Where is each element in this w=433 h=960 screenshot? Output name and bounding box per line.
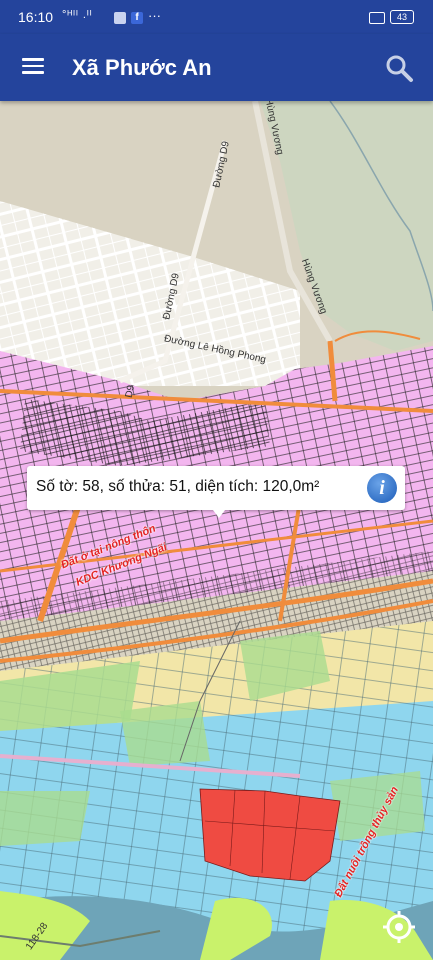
search-icon[interactable] xyxy=(384,53,414,83)
status-bar: 16:10 °ᴴᴵᴵ .ᴵᴵ f ··· 43 xyxy=(0,0,433,34)
my-location-icon[interactable] xyxy=(382,910,416,944)
facebook-icon: f xyxy=(131,12,143,24)
notification-icon xyxy=(114,12,126,24)
hamburger-menu-icon[interactable] xyxy=(22,58,44,74)
more-notifications-icon: ··· xyxy=(148,8,161,23)
info-icon[interactable]: i xyxy=(367,473,397,503)
page-title: Xã Phước An xyxy=(72,55,212,80)
battery-icon: 43 xyxy=(390,10,414,24)
app-bar: Xã Phước An xyxy=(0,34,433,101)
status-time: 16:10 xyxy=(18,9,54,25)
popup-pointer xyxy=(213,510,225,518)
hotspot-icon xyxy=(369,12,385,24)
parcel-info-text: Số tờ: 58, số thửa: 51, diện tích: 120,0… xyxy=(36,478,320,495)
cadastral-map[interactable]: Đường D9 Đường D9 D9 Hùng Vương Hùng Vươ… xyxy=(0,101,433,960)
signal-icon: °ᴴᴵᴵ .ᴵᴵ xyxy=(62,9,93,21)
parcel-info-popup: Số tờ: 58, số thửa: 51, diện tích: 120,0… xyxy=(27,466,405,518)
